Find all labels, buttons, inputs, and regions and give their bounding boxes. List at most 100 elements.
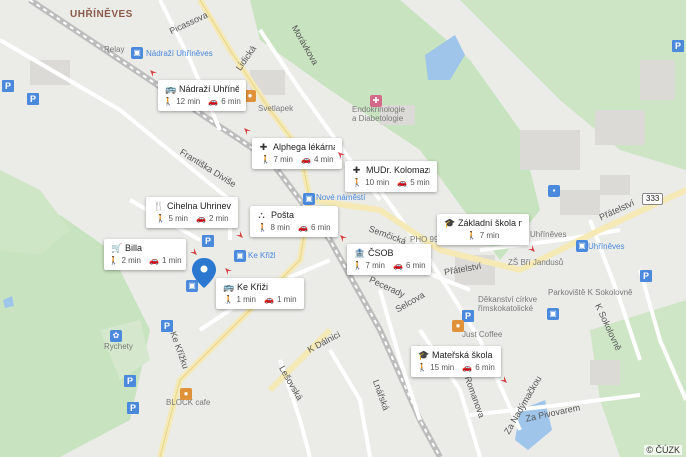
walk-icon: 🚶	[163, 97, 174, 106]
parking-icon[interactable]: P	[161, 320, 173, 332]
poi-icon[interactable]: ●	[180, 388, 192, 400]
card-pointer-arrow-icon	[340, 235, 347, 242]
car-icon: 🚗	[393, 261, 403, 270]
parking-icon[interactable]: P	[27, 93, 39, 105]
car-icon: 🚗	[301, 155, 311, 164]
drive-time: 6 min	[221, 97, 241, 106]
poi-name: Cihelna Uhrineves	[167, 201, 231, 211]
place-label: Uhříněves	[530, 230, 567, 239]
walk-time: 1 min	[236, 295, 256, 304]
walk-icon: 🚶	[417, 363, 428, 372]
shop-icon: 🛒	[111, 243, 123, 253]
walk-icon: 🚶	[155, 214, 166, 223]
place-label: PHO 99	[410, 235, 439, 244]
poi-icon[interactable]: ✚	[370, 95, 382, 107]
walk-icon: 🚶	[223, 295, 234, 304]
bus-icon: 🚌	[223, 282, 235, 292]
car-icon: 🚗	[462, 363, 473, 372]
poi-icon[interactable]: ▪	[548, 185, 560, 197]
poi-card[interactable]: 🚌Nádraží Uhříněves 🚶12 min 🚗6 min	[158, 80, 246, 111]
place-label: Relay	[104, 45, 125, 54]
poi-card[interactable]: 🏦 ČSOB 🚶 7 min 🚗 6 min	[347, 244, 431, 275]
poi-card[interactable]: ⛬ Pošta 🚶 8 min 🚗 6 min	[250, 206, 338, 237]
pharmacy-icon: ✚	[259, 142, 268, 152]
card-pointer-arrow-icon	[500, 376, 507, 383]
poi-card[interactable]: 🎓 Mateřská škola 🚶 15 min 🚗 6 min	[411, 346, 501, 377]
poi-name: Billa	[125, 243, 143, 253]
car-icon: 🚗	[298, 223, 308, 232]
bus-stop-icon[interactable]: ▣	[131, 47, 143, 59]
poi-name: Základní škola ná...	[458, 218, 522, 228]
poi-icon[interactable]: ✿	[110, 330, 122, 342]
drive-time: 1 min	[161, 256, 182, 265]
poi-card[interactable]: ✚ MUDr. Kolomazní... 🚶10 min 🚗5 min	[345, 161, 437, 192]
walk-icon: 🚶	[260, 155, 271, 164]
walk-time: 15 min	[430, 363, 455, 372]
car-icon: 🚗	[196, 214, 206, 223]
walk-time: 2 min	[121, 256, 141, 265]
doctor-icon: ✚	[352, 165, 361, 175]
place-label: Rychety	[104, 342, 133, 351]
school-icon: 🎓	[418, 350, 430, 360]
car-icon: 🚗	[149, 256, 159, 265]
map-base-layer	[0, 0, 686, 457]
card-pointer-arrow-icon	[528, 245, 535, 252]
walk-icon: 🚶	[108, 256, 119, 265]
walk-icon: 🚶	[257, 223, 268, 232]
place-label: Svetlapek	[258, 104, 294, 113]
place-label: Ke Křižl	[248, 251, 276, 260]
bus-stop-icon[interactable]: ▣	[303, 193, 315, 205]
bank-icon: 🏦	[354, 248, 366, 258]
walk-time: 5 min	[168, 214, 188, 223]
drive-time: 4 min	[313, 155, 334, 164]
poi-name: Pošta	[271, 210, 295, 220]
place-label: Nové náměstí	[316, 193, 366, 202]
poi-name: Ke Křiži	[237, 282, 269, 292]
place-label: Parkoviště K Sokolovně	[548, 288, 633, 297]
place-label: Endokrinologie a Diabetologie	[352, 105, 405, 123]
parking-icon[interactable]: P	[202, 235, 214, 247]
walk-icon: 🚶	[352, 178, 363, 187]
bus-stop-icon[interactable]: ▣	[186, 280, 198, 292]
car-icon: 🚗	[208, 97, 219, 106]
parking-icon[interactable]: P	[640, 270, 652, 282]
card-pointer-arrow-icon	[244, 128, 251, 135]
walk-time: 7 min	[365, 261, 385, 270]
poi-name: MUDr. Kolomazní...	[366, 165, 430, 175]
poi-card[interactable]: ✚ Alphega lékárna 🚶 7 min 🚗 4 min	[252, 138, 342, 169]
bus-icon: 🚌	[165, 84, 177, 94]
poi-card[interactable]: 🍴Cihelna Uhrineves 🚶5 min 🚗2 min	[146, 197, 238, 228]
place-label: Nádraží Uhříněves	[146, 49, 213, 58]
drive-time: 6 min	[475, 363, 495, 372]
poi-name: ČSOB	[368, 248, 394, 258]
map-canvas[interactable]: UHŘÍNĚVES Picassova Morávkova Lidická Fr…	[0, 0, 686, 457]
card-pointer-arrow-icon	[225, 268, 232, 275]
walk-time: 8 min	[270, 223, 290, 232]
parking-icon[interactable]: P	[127, 402, 139, 414]
drive-time: 5 min	[410, 178, 430, 187]
parking-icon[interactable]: P	[672, 40, 684, 52]
parking-icon[interactable]: P	[124, 375, 136, 387]
card-pointer-arrow-icon	[190, 248, 197, 255]
card-pointer-arrow-icon	[338, 152, 345, 159]
drive-time: 6 min	[405, 261, 426, 270]
bus-stop-icon[interactable]: ▣	[576, 240, 588, 252]
car-icon: 🚗	[264, 295, 274, 304]
poi-name: Alphega lékárna	[273, 142, 335, 152]
place-label: ZŠ Bří Jandusů	[508, 258, 564, 267]
school-icon: 🎓	[444, 218, 456, 228]
bus-stop-icon[interactable]: ▣	[234, 250, 246, 262]
poi-card[interactable]: 🚌 Ke Křiži 🚶 1 min 🚗 1 min	[216, 278, 304, 309]
bus-stop-icon[interactable]: ▣	[547, 308, 559, 320]
road-number-badge: 333	[642, 193, 664, 205]
card-pointer-arrow-icon	[236, 231, 243, 238]
copyright: © ČÚZK	[644, 445, 682, 455]
walk-icon: 🚶	[352, 261, 363, 270]
poi-card[interactable]: 🛒 Billa 🚶 2 min 🚗 1 min	[104, 239, 186, 270]
poi-card[interactable]: 🎓Základní škola ná... 🚶7 min	[437, 214, 529, 245]
parking-icon[interactable]: P	[2, 80, 14, 92]
town-label: UHŘÍNĚVES	[70, 9, 133, 20]
poi-icon[interactable]: ●	[452, 320, 464, 332]
car-icon: 🚗	[397, 178, 408, 187]
walk-time: 7 min	[479, 231, 500, 240]
